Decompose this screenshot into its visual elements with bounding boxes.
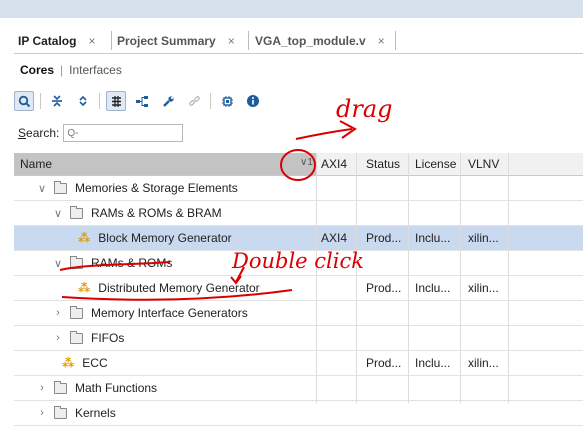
column-header-license[interactable]: License <box>415 153 456 175</box>
link-icon[interactable] <box>184 91 204 111</box>
catalog-view-switch: Cores | Interfaces <box>20 62 122 78</box>
row-label: ECC <box>82 356 108 370</box>
search-label: Search: <box>18 126 60 140</box>
ip-core-icon: ⁂ <box>62 356 75 370</box>
table-row[interactable]: ⁂ Distributed Memory Generator Prod... Incl… <box>14 276 583 301</box>
column-header-name[interactable]: Name <box>14 153 316 175</box>
table-row[interactable]: ⁂ Block Memory Generator AXI4 Prod... Inclu.… <box>14 226 583 251</box>
name-cell: ∨ RAMs & ROMs & BRAM <box>52 201 222 225</box>
chevron-right-icon[interactable]: › <box>36 382 48 394</box>
column-header-axi4[interactable]: AXI4 <box>321 153 347 175</box>
table-row[interactable]: › Kernels <box>14 401 583 426</box>
filter-icon[interactable] <box>106 91 126 111</box>
chevron-right-icon[interactable]: › <box>52 307 64 319</box>
table-row[interactable]: › Memory Interface Generators <box>14 301 583 326</box>
tab-project-summary[interactable]: Project Summary × <box>117 28 235 53</box>
table-row[interactable]: › FIFOs <box>14 326 583 351</box>
license-cell: Inclu... <box>415 356 451 370</box>
folder-icon <box>54 380 67 394</box>
tab-vga-top-module[interactable]: VGA_top_module.v × <box>255 28 385 53</box>
table-row[interactable]: › Math Functions <box>14 376 583 401</box>
chip-icon[interactable] <box>217 91 237 111</box>
folder-icon <box>70 255 83 269</box>
search-row: Search: Q- <box>18 124 184 142</box>
column-header-vlnv[interactable]: VLNV <box>468 153 499 175</box>
tab-label: IP Catalog <box>18 33 77 48</box>
name-cell: › Kernels <box>36 401 116 425</box>
name-cell: › FIFOs <box>52 326 124 350</box>
row-label: Memories & Storage Elements <box>75 181 238 195</box>
vlnv-cell: xilin... <box>468 356 499 370</box>
tab-ip-catalog[interactable]: IP Catalog × <box>18 28 95 53</box>
status-cell: Prod... <box>366 231 402 245</box>
folder-icon <box>54 405 67 419</box>
hierarchy-icon[interactable] <box>132 91 152 111</box>
axi-cell: AXI4 <box>321 231 348 245</box>
license-cell: Inclu... <box>415 281 451 295</box>
search-icon[interactable] <box>14 91 34 111</box>
separator: | <box>60 63 64 77</box>
table-row[interactable]: ∨ Memories & Storage Elements <box>14 176 583 201</box>
close-icon[interactable]: × <box>378 34 385 48</box>
close-icon[interactable]: × <box>88 34 95 48</box>
ip-core-icon: ⁂ <box>78 281 91 295</box>
search-input[interactable]: Q- <box>63 124 184 142</box>
row-label: RAMs & ROMs <box>91 256 173 270</box>
row-label: FIFOs <box>91 331 125 345</box>
status-cell: Prod... <box>366 356 402 370</box>
drag-annotation: drag <box>336 95 393 123</box>
interfaces-link[interactable]: Interfaces <box>69 63 122 77</box>
cores-link[interactable]: Cores <box>20 63 54 77</box>
name-cell: ⁂ Distributed Memory Generator <box>78 276 260 300</box>
table-row[interactable]: ∨ RAMs & ROMs <box>14 251 583 276</box>
close-icon[interactable]: × <box>228 34 235 48</box>
row-label: RAMs & ROMs & BRAM <box>91 206 222 220</box>
name-cell: ∨ Memories & Storage Elements <box>36 176 238 200</box>
tab-label: VGA_top_module.v <box>255 33 366 48</box>
status-cell: Prod... <box>366 281 402 295</box>
wrench-icon[interactable] <box>158 91 178 111</box>
name-cell: ∨ RAMs & ROMs <box>52 251 172 275</box>
expand-all-icon[interactable] <box>73 91 93 111</box>
row-label: Block Memory Generator <box>98 231 232 245</box>
vlnv-cell: xilin... <box>468 231 499 245</box>
name-cell: ⁂ ECC <box>62 351 108 375</box>
row-label: Distributed Memory Generator <box>98 281 260 295</box>
license-cell: Inclu... <box>415 231 451 245</box>
chevron-right-icon[interactable]: › <box>36 407 48 419</box>
name-cell: › Memory Interface Generators <box>52 301 248 325</box>
table-header: Name ∨1 AXI4 Status License VLNV <box>14 153 583 176</box>
chevron-down-icon[interactable]: ∨ <box>36 182 48 195</box>
table-body: ∨ Memories & Storage Elements ∨ RAMs & ROMs… <box>14 176 583 426</box>
row-label: Kernels <box>75 406 116 420</box>
table-row[interactable]: ∨ RAMs & ROMs & BRAM <box>14 201 583 226</box>
table-row[interactable]: ⁂ ECC Prod... Inclu... xilin... <box>14 351 583 376</box>
row-label: Memory Interface Generators <box>91 306 248 320</box>
collapse-all-icon[interactable] <box>47 91 67 111</box>
ip-catalog-toolbar <box>14 90 269 112</box>
row-label: Math Functions <box>75 381 158 395</box>
ip-catalog-table: Name ∨1 AXI4 Status License VLNV ∨ Memori… <box>14 153 583 426</box>
window-title-strip <box>0 0 583 18</box>
name-cell: ⁂ Block Memory Generator <box>78 226 232 250</box>
chevron-right-icon[interactable]: › <box>52 332 64 344</box>
name-cell: › Math Functions <box>36 376 157 400</box>
folder-icon <box>70 330 83 344</box>
chevron-down-icon[interactable]: ∨ <box>52 207 64 220</box>
column-header-status[interactable]: Status <box>366 153 400 175</box>
chevron-down-icon[interactable]: ∨ <box>52 257 64 270</box>
tab-bar: IP Catalog × Project Summary × VGA_top_m… <box>14 28 583 54</box>
sort-indicator[interactable]: ∨1 <box>300 157 313 168</box>
folder-icon <box>70 305 83 319</box>
vlnv-cell: xilin... <box>468 281 499 295</box>
folder-icon <box>70 205 83 219</box>
info-icon[interactable] <box>243 91 263 111</box>
tab-label: Project Summary <box>117 33 216 48</box>
folder-icon <box>54 180 67 194</box>
ip-core-icon: ⁂ <box>78 231 91 245</box>
